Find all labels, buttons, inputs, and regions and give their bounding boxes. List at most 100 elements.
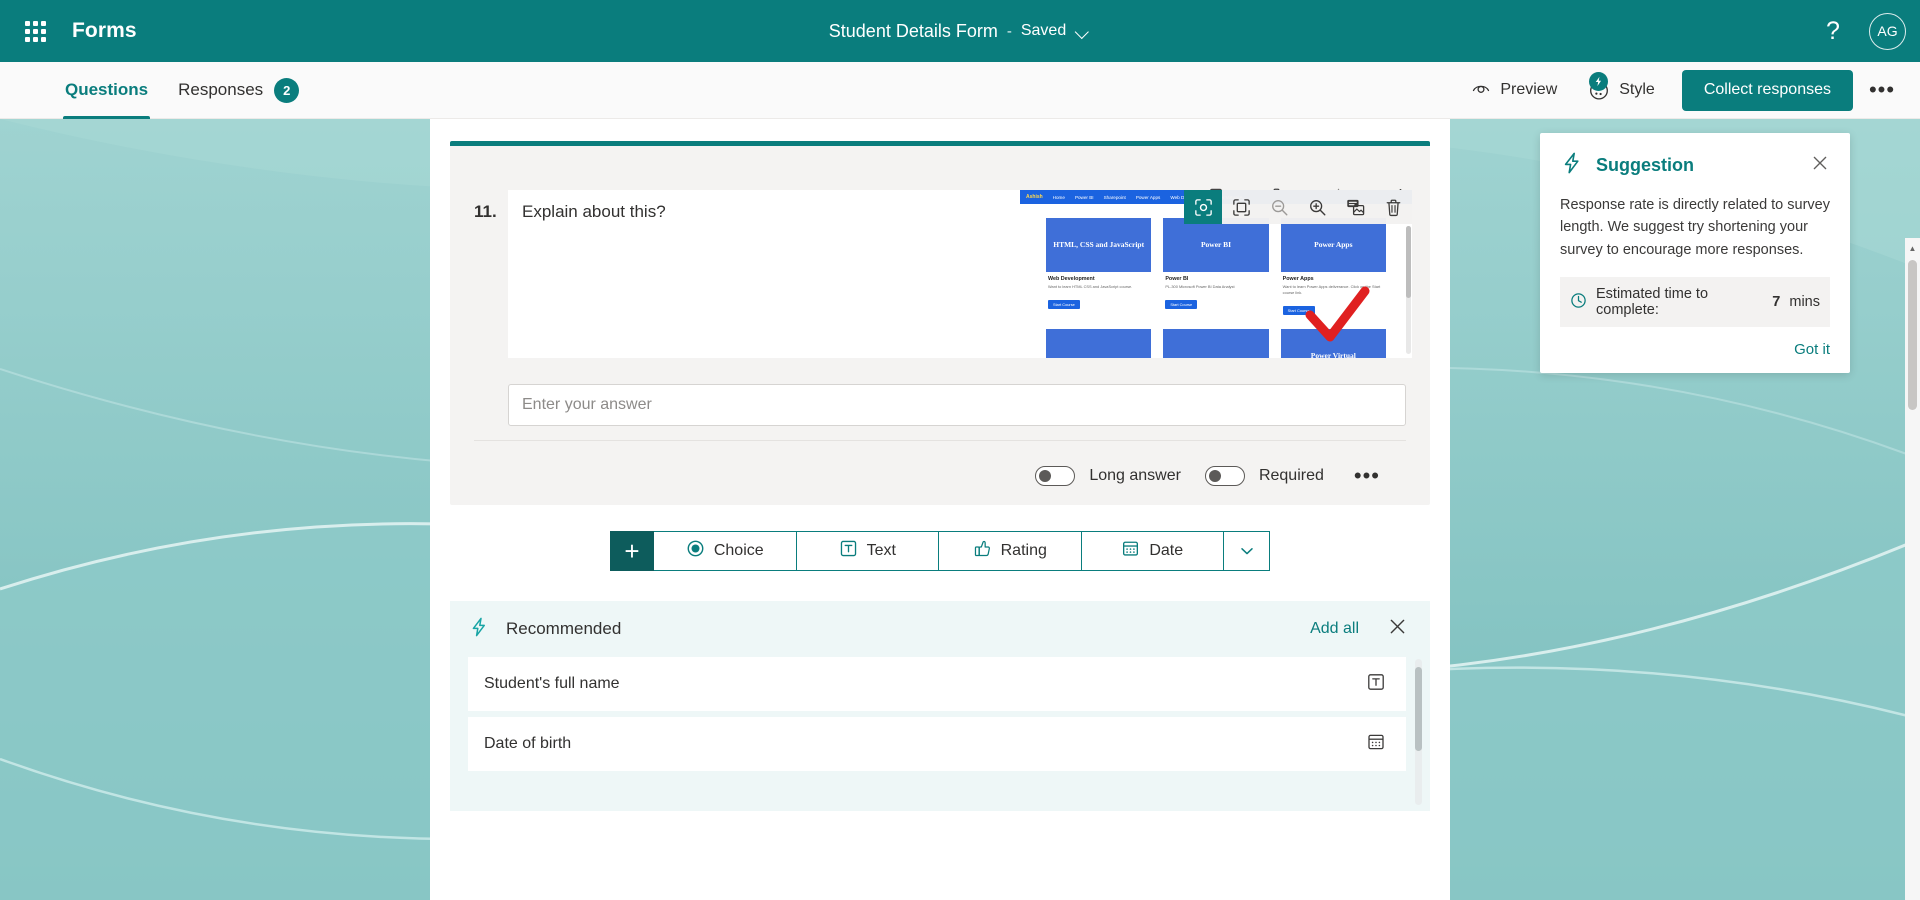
question-more-options-icon[interactable]: ••• — [1354, 463, 1380, 489]
embedded-card-heading: Web Development — [1048, 276, 1149, 282]
close-icon[interactable] — [1810, 153, 1830, 178]
delete-image-icon[interactable] — [1374, 190, 1412, 224]
embedded-body: HTML, CSS and JavaScript Web Development… — [1020, 204, 1412, 358]
suggestion-panel: Suggestion Response rate is directly rel… — [1540, 133, 1850, 373]
preview-button[interactable]: Preview — [1458, 70, 1570, 110]
got-it-button[interactable]: Got it — [1794, 341, 1830, 358]
style-label: Style — [1619, 81, 1655, 99]
waffle-grid — [25, 21, 46, 42]
app-name[interactable]: Forms — [72, 19, 137, 43]
embedded-card-thumb: HTML, CSS and JavaScript — [1046, 218, 1151, 272]
chevron-down-icon[interactable] — [1075, 23, 1091, 39]
add-all-button[interactable]: Add all — [1310, 620, 1359, 638]
recommended-item-label: Student's full name — [484, 675, 620, 693]
form-canvas: 11. Explain about this? Ashish Home Powe… — [0, 119, 1920, 900]
embedded-card-button: Start Course — [1283, 306, 1315, 315]
question-type-rating[interactable]: Rating — [939, 531, 1082, 571]
alt-text-icon[interactable] — [1336, 190, 1374, 224]
question-type-date-label: Date — [1149, 542, 1183, 560]
text-icon — [1366, 672, 1386, 697]
embedded-card — [1163, 329, 1268, 358]
question-image[interactable]: Ashish Home Power BI Sharepoint Power Ap… — [1020, 190, 1412, 358]
more-options-icon[interactable]: ••• — [1862, 70, 1902, 110]
embedded-card: HTML, CSS and JavaScript Web Development… — [1046, 218, 1151, 317]
thumbs-up-icon — [973, 539, 992, 563]
question-type-text[interactable]: Text — [797, 531, 940, 571]
focus-image-icon[interactable] — [1184, 190, 1222, 224]
question-row: 11. Explain about this? Ashish Home Powe… — [450, 146, 1430, 358]
list-item[interactable]: Student's full name — [468, 657, 1406, 711]
suggestion-title: Suggestion — [1596, 155, 1694, 176]
suggestion-body: Response rate is directly related to sur… — [1560, 194, 1830, 261]
radio-icon — [686, 539, 705, 563]
list-item[interactable]: Date of birth — [468, 717, 1406, 771]
suggestion-header: Suggestion — [1560, 151, 1830, 180]
scroll-up-arrow-icon[interactable]: ▲ — [1905, 240, 1920, 256]
preview-label: Preview — [1500, 81, 1557, 99]
app-launcher-icon[interactable] — [12, 8, 58, 54]
embedded-card-content: Power Apps Want to learn Power Apps deli… — [1281, 272, 1386, 317]
eye-icon — [1471, 78, 1491, 103]
embedded-card-content: Web Development Want to learn HTML CSS a… — [1046, 272, 1151, 311]
zoom-in-icon[interactable] — [1298, 190, 1336, 224]
more-question-types-chevron-down-icon[interactable] — [1224, 531, 1270, 571]
page-scrollbar-thumb[interactable] — [1908, 260, 1917, 410]
add-question-bar: + Choice Text — [610, 531, 1270, 571]
style-button[interactable]: Style — [1575, 70, 1668, 110]
avatar[interactable]: AG — [1869, 13, 1906, 50]
bolt-icon — [1560, 151, 1584, 180]
form-title[interactable]: Student Details Form — [829, 21, 998, 42]
question-title-input[interactable]: Explain about this? — [508, 190, 1020, 358]
question-type-date[interactable]: Date — [1082, 531, 1225, 571]
embedded-card-desc: PL-300 Microsoft Power BI Data Analyst — [1165, 284, 1266, 290]
text-icon — [839, 539, 858, 563]
zoom-out-icon[interactable] — [1260, 190, 1298, 224]
embedded-card-button: Start Course — [1048, 300, 1080, 309]
save-state: Saved — [1021, 22, 1066, 40]
add-question-button[interactable]: + — [610, 531, 654, 571]
recommended-list: Student's full name Date of birth — [450, 657, 1430, 771]
top-bar: Forms Student Details Form - Saved ? AG — [0, 0, 1920, 62]
question-type-rating-label: Rating — [1001, 542, 1047, 560]
embedded-nav-link: Power BI — [1075, 195, 1094, 200]
embedded-card-heading: Power BI — [1165, 276, 1266, 282]
embedded-card-grid: HTML, CSS and JavaScript Web Development… — [1046, 218, 1386, 358]
long-answer-toggle[interactable] — [1035, 466, 1075, 486]
embedded-nav-brand: Ashish — [1026, 194, 1043, 200]
embedded-card-desc: Want to learn Power Apps deliverance. Cl… — [1283, 284, 1384, 296]
embedded-card-thumb — [1046, 329, 1151, 358]
tab-responses[interactable]: Responses 2 — [176, 62, 301, 119]
image-scrollbar[interactable] — [1406, 226, 1411, 354]
estimated-time-row: Estimated time to complete: 7 mins — [1560, 277, 1830, 327]
embedded-card-thumb: Power BI — [1163, 218, 1268, 272]
embedded-card-content: Power BI PL-300 Microsoft Power BI Data … — [1163, 272, 1268, 311]
question-body: Explain about this? Ashish Home Power BI… — [508, 190, 1430, 358]
image-toolbar — [1184, 190, 1412, 224]
fit-image-icon[interactable] — [1222, 190, 1260, 224]
embedded-card — [1046, 329, 1151, 358]
tab-questions-label: Questions — [65, 80, 148, 100]
question-type-choice[interactable]: Choice — [654, 531, 797, 571]
calendar-icon — [1366, 732, 1386, 757]
question-footer: Long answer Required ••• — [474, 440, 1406, 495]
answer-input[interactable]: Enter your answer — [508, 384, 1406, 426]
top-bar-right: ? AG — [1813, 11, 1906, 51]
embedded-card: Power Virtual — [1281, 329, 1386, 358]
suggestion-actions: Got it — [1560, 341, 1830, 359]
close-icon[interactable] — [1387, 616, 1408, 642]
clock-icon — [1570, 292, 1587, 313]
collect-responses-button[interactable]: Collect responses — [1682, 70, 1853, 111]
embedded-nav-link: Power Apps — [1136, 195, 1161, 200]
question-number: 11. — [474, 190, 508, 358]
embedded-nav-link: Sharepoint — [1104, 195, 1126, 200]
page-scrollbar[interactable]: ▲ ▼ — [1905, 238, 1920, 900]
command-bar: Questions Responses 2 Preview — [0, 62, 1920, 119]
recommended-scrollbar[interactable] — [1415, 659, 1422, 805]
question-card: 11. Explain about this? Ashish Home Powe… — [450, 141, 1430, 505]
form-body-column: 11. Explain about this? Ashish Home Powe… — [430, 119, 1450, 900]
tab-questions[interactable]: Questions — [63, 62, 150, 119]
recommended-header: Recommended Add all — [450, 601, 1430, 657]
required-toggle[interactable] — [1205, 466, 1245, 486]
recommended-panel: Recommended Add all Student's full name — [450, 601, 1430, 811]
help-icon[interactable]: ? — [1813, 11, 1853, 51]
